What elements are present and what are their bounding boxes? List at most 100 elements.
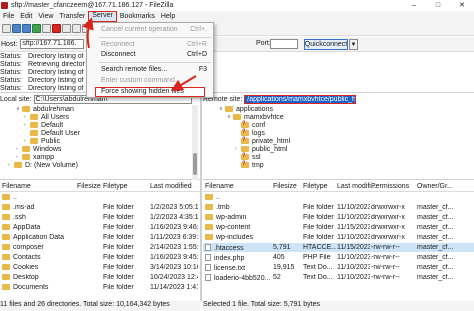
chevron-down-icon[interactable]: ▼ bbox=[349, 39, 358, 50]
menu-item-disconnect[interactable]: Disconnect Ctrl+D bbox=[87, 50, 213, 60]
refresh-icon[interactable] bbox=[32, 24, 41, 33]
file-row[interactable]: wp-content File folder11/15/2023 ...drwxr… bbox=[203, 223, 474, 232]
tree-item[interactable]: › Default bbox=[0, 121, 200, 129]
tree-item[interactable]: ∨ abdulrehman bbox=[0, 105, 200, 113]
tree-item[interactable]: tmp bbox=[203, 161, 474, 169]
cell-type: File folder bbox=[303, 234, 336, 241]
tree-item[interactable]: › xampp bbox=[0, 153, 200, 161]
column-permissions[interactable]: Permissions bbox=[371, 183, 409, 190]
cell-modified: 11/14/2023 1:41:47 ... bbox=[150, 284, 198, 291]
cell-text: 1/16/2023 9:45:54 PM bbox=[150, 254, 198, 261]
cell-name: AppData bbox=[2, 224, 76, 231]
column-filename[interactable]: Filename bbox=[205, 183, 234, 190]
menu-item-custom-command[interactable]: Enter custom command... bbox=[87, 76, 213, 86]
cell-text: 11/10/2023 ... bbox=[337, 214, 370, 221]
pane-divider[interactable] bbox=[200, 94, 202, 301]
quickconnect-button[interactable]: Quickconnect bbox=[304, 39, 348, 50]
menu-item-cancel-operation[interactable]: Cancel current operation Ctrl+. bbox=[87, 25, 213, 35]
menu-help[interactable]: Help bbox=[158, 11, 178, 22]
cancel-icon[interactable] bbox=[52, 24, 61, 33]
tree-item[interactable]: conf bbox=[203, 121, 474, 129]
local-status: 11 files and 26 directories. Total size:… bbox=[0, 301, 200, 311]
tree-item[interactable]: › All Users bbox=[0, 113, 200, 121]
cell-text: 11/10/2023 ... bbox=[337, 264, 370, 271]
remote-path-input[interactable]: /applications/mamxbvhtce/public_html bbox=[244, 94, 357, 104]
scroll-thumb[interactable] bbox=[193, 153, 197, 175]
local-tree-scrollbar[interactable] bbox=[192, 105, 198, 180]
cell-text: 11/10/2023 ... bbox=[337, 204, 370, 211]
tree-item[interactable]: › D: (New Volume) bbox=[0, 161, 200, 169]
tree-item[interactable]: › public_html bbox=[203, 145, 474, 153]
tree-item-label: Windows bbox=[33, 145, 62, 153]
site-manager-icon[interactable] bbox=[2, 24, 11, 33]
tree-item[interactable]: logs bbox=[203, 129, 474, 137]
file-row[interactable]: .. bbox=[203, 193, 474, 202]
folder-icon bbox=[205, 194, 213, 200]
file-row[interactable]: Application Data File folder 1/11/2023 6:3… bbox=[0, 233, 200, 242]
menu-item-reconnect[interactable]: Reconnect Ctrl+R bbox=[87, 40, 213, 50]
tree-item[interactable]: Default User bbox=[0, 129, 200, 137]
maximize-icon[interactable]: □ bbox=[426, 0, 450, 10]
host-input[interactable]: sftp://167.71.186. bbox=[20, 39, 85, 49]
file-row[interactable]: Desktop File folder 10/24/2023 12:41:00... bbox=[0, 273, 200, 282]
minimize-icon[interactable]: – bbox=[402, 0, 426, 10]
cell-modified: 10/24/2023 12:41:00... bbox=[150, 274, 198, 281]
file-row[interactable]: wp-admin File folder11/10/2023 ...drwxrwx… bbox=[203, 213, 474, 222]
toggle-log-icon[interactable] bbox=[12, 24, 21, 33]
menu-server[interactable]: Server bbox=[88, 11, 117, 22]
cell-modified: 11/10/2023 ... bbox=[337, 234, 370, 241]
menu-view[interactable]: View bbox=[35, 11, 56, 22]
toggle-tree-icon[interactable] bbox=[22, 24, 31, 33]
folder-icon bbox=[233, 114, 241, 120]
file-row[interactable]: .tmb File folder11/10/2023 ...drwxrwxr-x m… bbox=[203, 203, 474, 212]
cell-text: 11/10/2023 ... bbox=[337, 234, 370, 241]
column-filename[interactable]: Filename bbox=[2, 183, 31, 190]
cell-type: Text Do... bbox=[303, 274, 336, 281]
file-row[interactable]: loaderio-4bb520... 52 Text Do... 11/10/2023… bbox=[203, 273, 474, 282]
tree-item-label: public_html bbox=[252, 145, 288, 153]
column-filetype[interactable]: Filetype bbox=[303, 183, 328, 190]
file-row[interactable]: Documents File folder 11/14/2023 1:41:47 .… bbox=[0, 283, 200, 292]
tree-item[interactable]: ∨ applications bbox=[203, 105, 474, 113]
tree-item-label: xampp bbox=[33, 153, 55, 161]
menu-item-search-remote[interactable]: Search remote files... F3 bbox=[87, 65, 213, 75]
menu-bookmarks[interactable]: Bookmarks bbox=[117, 11, 158, 22]
menu-edit[interactable]: Edit bbox=[17, 11, 35, 22]
menu-file[interactable]: File bbox=[0, 11, 17, 22]
column-filesize[interactable]: Filesize bbox=[77, 183, 101, 190]
file-row[interactable]: wp-includes File folder11/10/2023 ...drwx… bbox=[203, 233, 474, 242]
process-queue-icon[interactable] bbox=[42, 24, 51, 33]
cell-modified: 1/2/2023 5:05:19 AM bbox=[150, 204, 198, 211]
tree-item[interactable]: ssl bbox=[203, 153, 474, 161]
menu-item-force-hidden-files[interactable]: Force showing hidden files bbox=[95, 87, 205, 97]
file-row[interactable]: index.php 405 PHP File 11/10/2023 ...-rw-rw… bbox=[203, 253, 474, 262]
cell-text: File folder bbox=[103, 204, 134, 211]
menu-transfer[interactable]: Transfer bbox=[56, 11, 88, 22]
reconnect-icon[interactable] bbox=[72, 24, 81, 33]
file-row[interactable]: .. bbox=[0, 193, 200, 202]
local-file-list-header: Filename Filesize Filetype Last modified bbox=[0, 182, 200, 192]
file-row[interactable]: Cookies File folder 3/14/2023 10:16:11 ... bbox=[0, 263, 200, 272]
tree-item[interactable]: ∨ mamxbvhtce bbox=[203, 113, 474, 121]
file-row[interactable]: .ssh File folder 1/2/2023 4:35:15 AM bbox=[0, 213, 200, 222]
cell-text: 19,915 bbox=[273, 264, 295, 271]
file-row[interactable]: .htaccess 5,791 HTACCE...11/15/2023 ...-rw… bbox=[203, 243, 474, 252]
cell-modified: 11/15/2023 ... bbox=[337, 224, 370, 231]
port-input[interactable] bbox=[270, 39, 298, 49]
tree-item[interactable]: private_html bbox=[203, 137, 474, 145]
column-filetype[interactable]: Filetype bbox=[103, 183, 128, 190]
column-filesize[interactable]: Filesize bbox=[273, 183, 297, 190]
close-icon[interactable]: ✕ bbox=[450, 0, 474, 10]
file-row[interactable]: .ms-ad File folder 1/2/2023 5:05:19 AM bbox=[0, 203, 200, 212]
file-row[interactable]: Contacts File folder 1/16/2023 9:45:54 PM bbox=[0, 253, 200, 262]
file-row[interactable]: license.txt 19,915 Text Do... 11/10/2023 ..… bbox=[203, 263, 474, 272]
file-row[interactable]: AppData File folder 1/16/2023 9:46:39 PM bbox=[0, 223, 200, 232]
tree-item[interactable]: › Public bbox=[0, 137, 200, 145]
file-row[interactable]: composer File folder 2/14/2023 1:55:33 PM bbox=[0, 243, 200, 252]
cell-text: master_cf... bbox=[417, 244, 454, 251]
tree-item[interactable]: › Windows bbox=[0, 145, 200, 153]
column-last-modified[interactable]: Last modified bbox=[150, 183, 192, 190]
disconnect-icon[interactable] bbox=[62, 24, 71, 33]
column-owner-group[interactable]: Owner/Gr... bbox=[417, 183, 453, 190]
cell-text: File folder bbox=[103, 224, 134, 231]
